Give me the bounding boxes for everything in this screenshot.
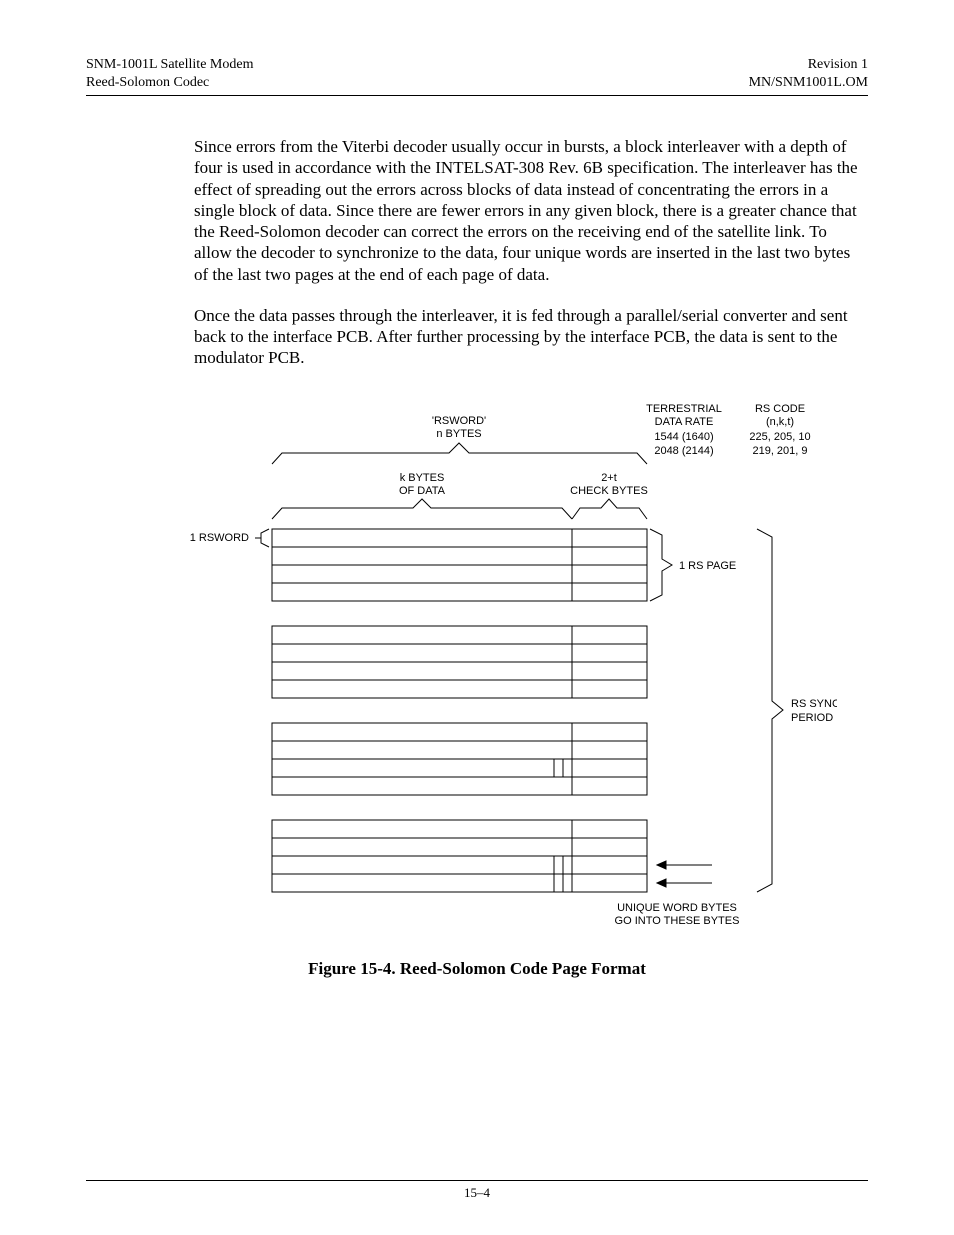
label-unique2: GO INTO THESE BYTES (615, 915, 740, 927)
label-rscode-2: (n,k,t) (766, 416, 794, 428)
label-terr-row2: 2048 (2144) (654, 445, 713, 457)
header-bottom-right: MN/SNM1001L.OM (749, 74, 868, 92)
label-rscode-1: RS CODE (755, 403, 805, 415)
rs-page-block-1 (272, 529, 647, 601)
page-number: 15–4 (0, 1185, 954, 1201)
rs-page-format-diagram: TERRESTRIAL DATA RATE 1544 (1640) 2048 (… (117, 389, 837, 929)
brace-1-rsword (255, 529, 269, 547)
paragraph-1: Since errors from the Viterbi decoder us… (194, 136, 868, 285)
label-kbytes1: k BYTES (400, 472, 445, 484)
brace-kbytes (272, 499, 572, 519)
unique-word-arrows (657, 861, 712, 887)
header-rule (86, 95, 868, 96)
label-1-rs-page: 1 RS PAGE (679, 560, 736, 572)
label-check2: CHECK BYTES (570, 485, 648, 497)
label-1-rsword: 1 RSWORD (190, 532, 249, 544)
label-kbytes2: OF DATA (399, 485, 446, 497)
label-rs-synch1: RS SYNCH (791, 698, 837, 710)
rs-page-block-2 (272, 626, 647, 698)
label-terr-row1: 1544 (1640) (654, 431, 713, 443)
body-text: Since errors from the Viterbi decoder us… (194, 136, 868, 369)
brace-rs-synch-period (757, 529, 783, 892)
rs-page-block-4 (272, 820, 647, 892)
label-terrestrial-2: DATA RATE (655, 416, 714, 428)
figure-caption: Figure 15-4. Reed-Solomon Code Page Form… (86, 959, 868, 979)
footer-rule (86, 1180, 868, 1181)
label-terrestrial-1: TERRESTRIAL (646, 403, 722, 415)
label-rscode-row1: 225, 205, 10 (749, 431, 810, 443)
brace-checkbytes (572, 499, 647, 519)
rs-page-block-3 (272, 723, 647, 795)
label-rs-synch2: PERIOD (791, 712, 833, 724)
header-bottom-left: Reed-Solomon Codec (86, 74, 253, 92)
label-rsword-top1: 'RSWORD' (432, 415, 486, 427)
header-top-right: Revision 1 (749, 56, 868, 74)
paragraph-2: Once the data passes through the interle… (194, 305, 868, 369)
label-rsword-top2: n BYTES (436, 428, 481, 440)
label-rscode-row2: 219, 201, 9 (752, 445, 807, 457)
brace-top-rsword (272, 443, 647, 464)
brace-1-rs-page (650, 529, 672, 601)
label-unique1: UNIQUE WORD BYTES (617, 902, 737, 914)
header-top-left: SNM-1001L Satellite Modem (86, 56, 253, 74)
page-header: SNM-1001L Satellite Modem Reed-Solomon C… (86, 56, 868, 91)
label-check1: 2+t (601, 472, 617, 484)
figure-area: TERRESTRIAL DATA RATE 1544 (1640) 2048 (… (86, 389, 868, 979)
